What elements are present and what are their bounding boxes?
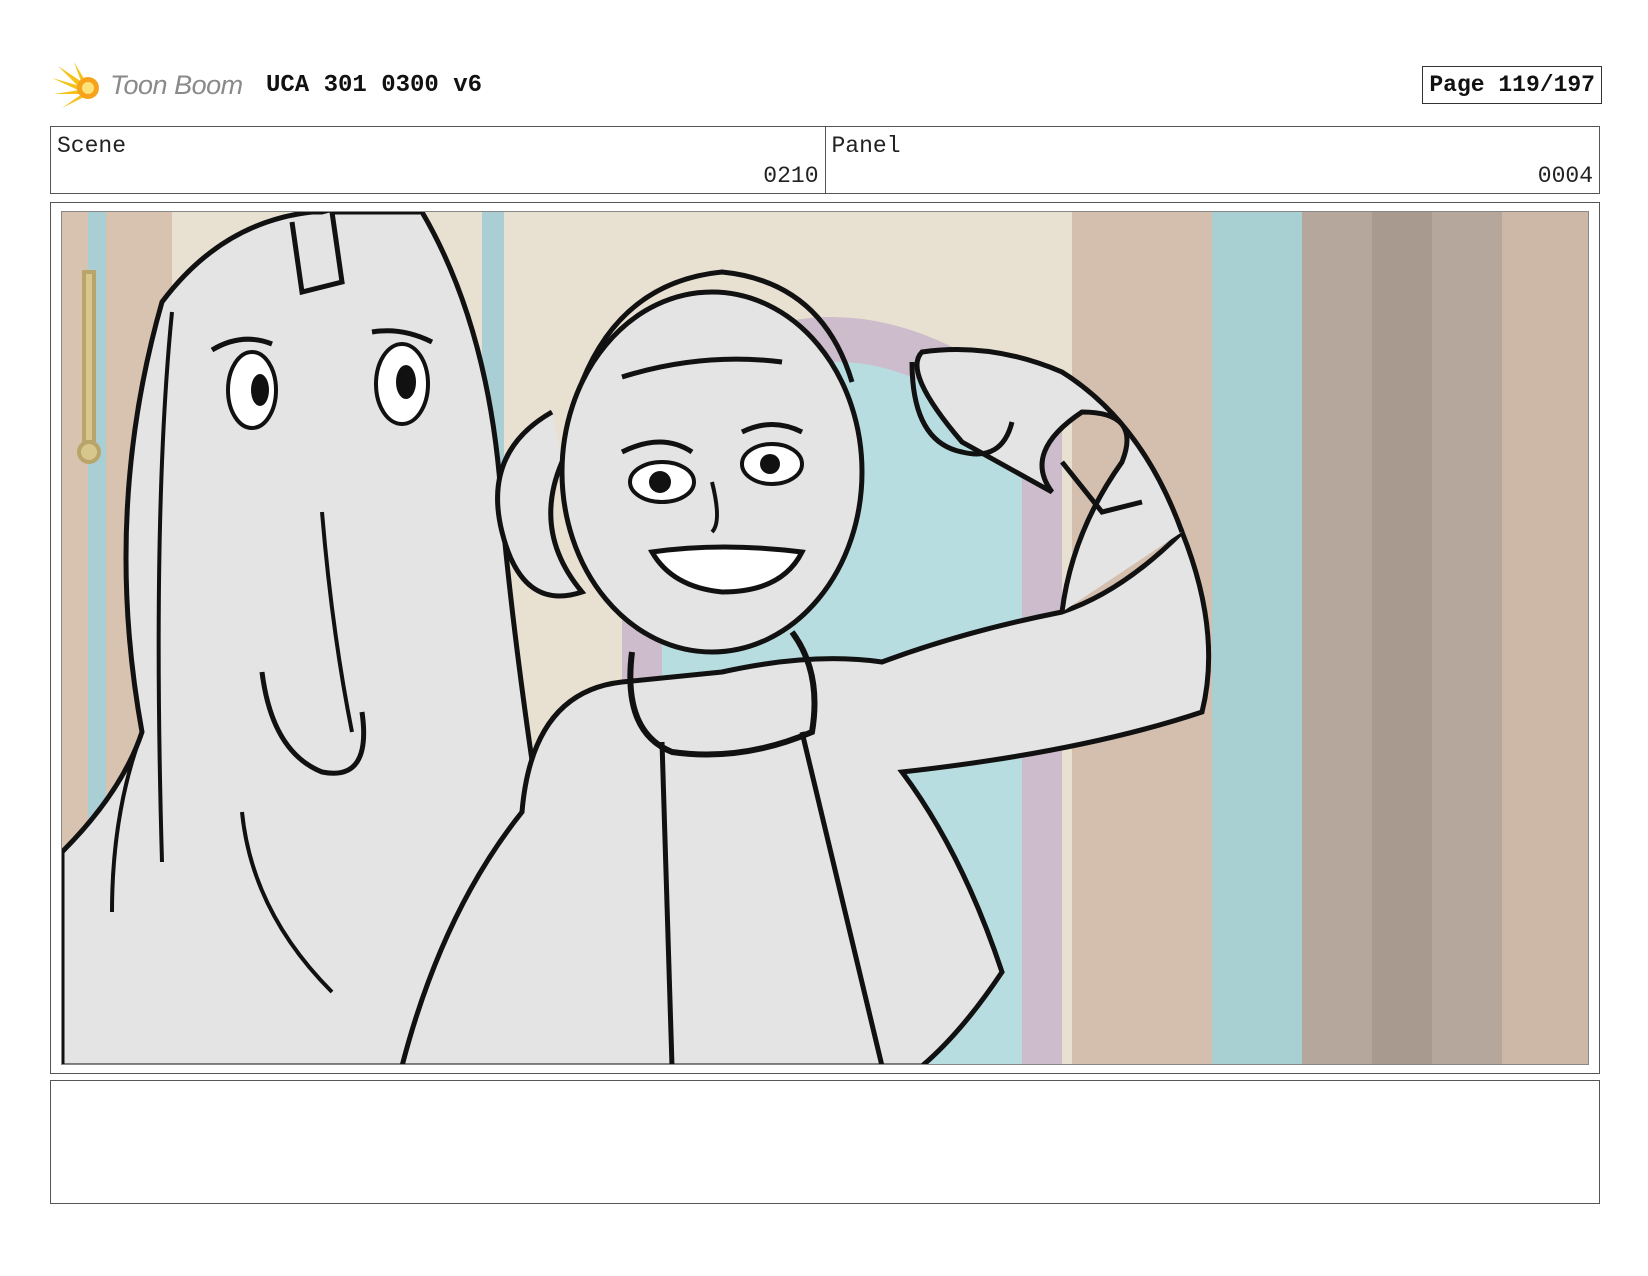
scene-panel-info: Scene 0210 Panel 0004 [50, 126, 1600, 194]
panel-value: 0004 [1537, 163, 1593, 189]
scene-label: Scene [57, 133, 127, 159]
panel-cell: Panel 0004 [824, 127, 1600, 193]
panel-label: Panel [831, 133, 901, 159]
girl-pupil-left [649, 471, 671, 493]
starburst-logo-icon [52, 62, 99, 108]
scene-value: 0210 [763, 163, 819, 189]
right-column [1212, 212, 1312, 1064]
toon-boom-logo: Toon Boom [52, 60, 252, 114]
girl-head [559, 289, 865, 655]
girl-pupil-right [760, 454, 780, 474]
horse-pupil-left [251, 374, 269, 406]
horse-ear [289, 212, 345, 296]
curtain-edge [1502, 212, 1588, 1064]
horse-pupil-right [396, 365, 416, 399]
scene-cell: Scene 0210 [51, 127, 825, 193]
storyboard-panel-frame [50, 202, 1600, 1074]
document-title: UCA 301 0300 v6 [266, 72, 483, 99]
storyboard-panel-image [61, 211, 1589, 1065]
page-indicator: Page 119/197 [1422, 66, 1602, 104]
panel-drawing [62, 212, 1588, 1064]
panel-notes-box[interactable] [50, 1080, 1600, 1204]
curtain-fold [1372, 212, 1432, 1064]
logo-text: Toon Boom [110, 70, 243, 100]
page-header: Toon Boom UCA 301 0300 v6 Page 119/197 [52, 58, 1602, 118]
wall-sconce-icon [77, 270, 101, 464]
